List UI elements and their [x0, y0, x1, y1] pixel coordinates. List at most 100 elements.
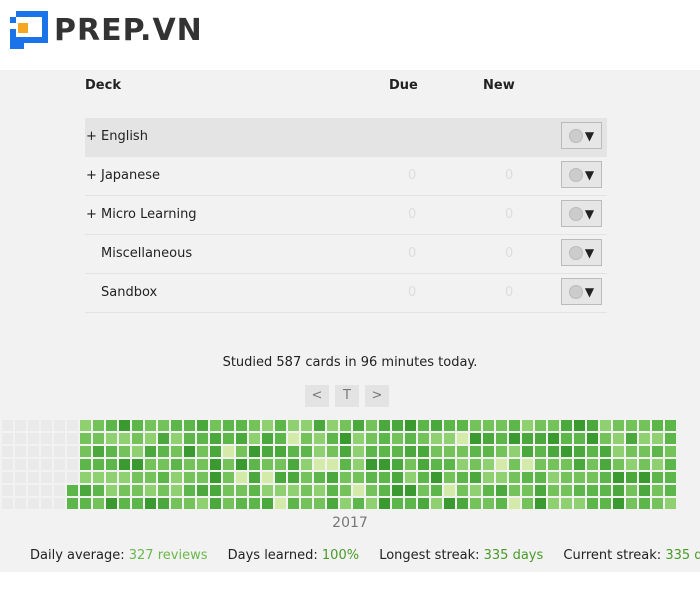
heatmap-day-cell[interactable]: [522, 433, 533, 444]
heatmap-day-cell[interactable]: [210, 472, 221, 483]
heatmap-day-cell[interactable]: [665, 498, 676, 509]
heatmap-day-cell[interactable]: [626, 420, 637, 431]
heatmap-day-cell[interactable]: [626, 459, 637, 470]
heatmap-day-cell[interactable]: [145, 472, 156, 483]
heatmap-day-cell[interactable]: [223, 498, 234, 509]
heatmap-day-cell[interactable]: [522, 459, 533, 470]
heatmap-day-cell[interactable]: [353, 420, 364, 431]
heatmap-day-cell[interactable]: [210, 459, 221, 470]
heatmap-day-cell[interactable]: [171, 472, 182, 483]
heatmap-day-cell[interactable]: [639, 485, 650, 496]
heatmap-day-cell[interactable]: [548, 459, 559, 470]
heatmap-day-cell[interactable]: [561, 420, 572, 431]
heatmap-day-cell[interactable]: [197, 459, 208, 470]
heatmap-day-cell[interactable]: [483, 433, 494, 444]
heatmap-day-cell[interactable]: [93, 446, 104, 457]
heatmap-day-cell[interactable]: [223, 420, 234, 431]
heatmap-day-cell[interactable]: [431, 498, 442, 509]
heatmap-day-cell[interactable]: [457, 446, 468, 457]
heatmap-day-cell[interactable]: [262, 472, 273, 483]
heatmap-day-cell[interactable]: [262, 459, 273, 470]
heatmap-day-cell[interactable]: [431, 485, 442, 496]
heatmap-day-cell[interactable]: [236, 446, 247, 457]
heatmap-day-cell[interactable]: [106, 485, 117, 496]
heatmap-day-cell[interactable]: [262, 420, 273, 431]
heatmap-day-cell[interactable]: [353, 433, 364, 444]
heatmap-day-cell[interactable]: [41, 446, 52, 457]
heatmap-day-cell[interactable]: [132, 433, 143, 444]
heatmap-day-cell[interactable]: [41, 420, 52, 431]
deck-options-button[interactable]: ▼: [561, 200, 602, 227]
heatmap-day-cell[interactable]: [171, 459, 182, 470]
heatmap-day-cell[interactable]: [262, 498, 273, 509]
heatmap-day-cell[interactable]: [665, 433, 676, 444]
heatmap-day-cell[interactable]: [2, 485, 13, 496]
heatmap-day-cell[interactable]: [80, 472, 91, 483]
heatmap-day-cell[interactable]: [314, 498, 325, 509]
heatmap-day-cell[interactable]: [665, 485, 676, 496]
heatmap-day-cell[interactable]: [210, 446, 221, 457]
heatmap-day-cell[interactable]: [405, 459, 416, 470]
heatmap-day-cell[interactable]: [353, 485, 364, 496]
heatmap-day-cell[interactable]: [509, 498, 520, 509]
heatmap-day-cell[interactable]: [392, 420, 403, 431]
heatmap-day-cell[interactable]: [574, 446, 585, 457]
heatmap-day-cell[interactable]: [470, 459, 481, 470]
heatmap-day-cell[interactable]: [314, 485, 325, 496]
deck-name[interactable]: Japanese: [101, 168, 160, 183]
heatmap-day-cell[interactable]: [587, 433, 598, 444]
heatmap-day-cell[interactable]: [145, 485, 156, 496]
heatmap-day-cell[interactable]: [80, 446, 91, 457]
deck-name[interactable]: English: [101, 129, 148, 144]
heatmap-day-cell[interactable]: [275, 446, 286, 457]
heatmap-day-cell[interactable]: [28, 420, 39, 431]
heatmap-day-cell[interactable]: [249, 459, 260, 470]
heatmap-day-cell[interactable]: [652, 498, 663, 509]
heatmap-day-cell[interactable]: [119, 472, 130, 483]
heatmap-day-cell[interactable]: [353, 446, 364, 457]
heatmap-day-cell[interactable]: [366, 472, 377, 483]
heatmap-day-cell[interactable]: [561, 446, 572, 457]
deck-options-button[interactable]: ▼: [561, 161, 602, 188]
heatmap-day-cell[interactable]: [613, 420, 624, 431]
heatmap-day-cell[interactable]: [275, 459, 286, 470]
heatmap-day-cell[interactable]: [600, 485, 611, 496]
heatmap-day-cell[interactable]: [236, 420, 247, 431]
heatmap-day-cell[interactable]: [535, 498, 546, 509]
heatmap-day-cell[interactable]: [444, 485, 455, 496]
heatmap-day-cell[interactable]: [626, 472, 637, 483]
heatmap-day-cell[interactable]: [483, 472, 494, 483]
heatmap-day-cell[interactable]: [340, 485, 351, 496]
heatmap-day-cell[interactable]: [158, 485, 169, 496]
heatmap-day-cell[interactable]: [457, 485, 468, 496]
heatmap-day-cell[interactable]: [184, 446, 195, 457]
heatmap-day-cell[interactable]: [522, 498, 533, 509]
heatmap-day-cell[interactable]: [392, 472, 403, 483]
heatmap-day-cell[interactable]: [340, 433, 351, 444]
heatmap-day-cell[interactable]: [509, 420, 520, 431]
heatmap-day-cell[interactable]: [600, 498, 611, 509]
heatmap-day-cell[interactable]: [379, 472, 390, 483]
heatmap-day-cell[interactable]: [366, 420, 377, 431]
heatmap-day-cell[interactable]: [470, 472, 481, 483]
brand-logo[interactable]: PREP.VN: [10, 11, 203, 49]
heatmap-day-cell[interactable]: [379, 433, 390, 444]
heatmap-day-cell[interactable]: [509, 433, 520, 444]
heatmap-day-cell[interactable]: [457, 459, 468, 470]
heatmap-day-cell[interactable]: [353, 498, 364, 509]
heatmap-day-cell[interactable]: [327, 472, 338, 483]
heatmap-day-cell[interactable]: [665, 472, 676, 483]
heatmap-day-cell[interactable]: [262, 485, 273, 496]
heatmap-day-cell[interactable]: [67, 472, 78, 483]
heatmap-day-cell[interactable]: [600, 472, 611, 483]
heatmap-day-cell[interactable]: [67, 433, 78, 444]
heatmap-day-cell[interactable]: [561, 498, 572, 509]
heatmap-day-cell[interactable]: [223, 485, 234, 496]
heatmap-day-cell[interactable]: [249, 472, 260, 483]
heatmap-day-cell[interactable]: [613, 433, 624, 444]
heatmap-day-cell[interactable]: [28, 433, 39, 444]
heatmap-day-cell[interactable]: [301, 446, 312, 457]
heatmap-day-cell[interactable]: [2, 446, 13, 457]
heatmap-day-cell[interactable]: [275, 485, 286, 496]
heatmap-day-cell[interactable]: [626, 433, 637, 444]
